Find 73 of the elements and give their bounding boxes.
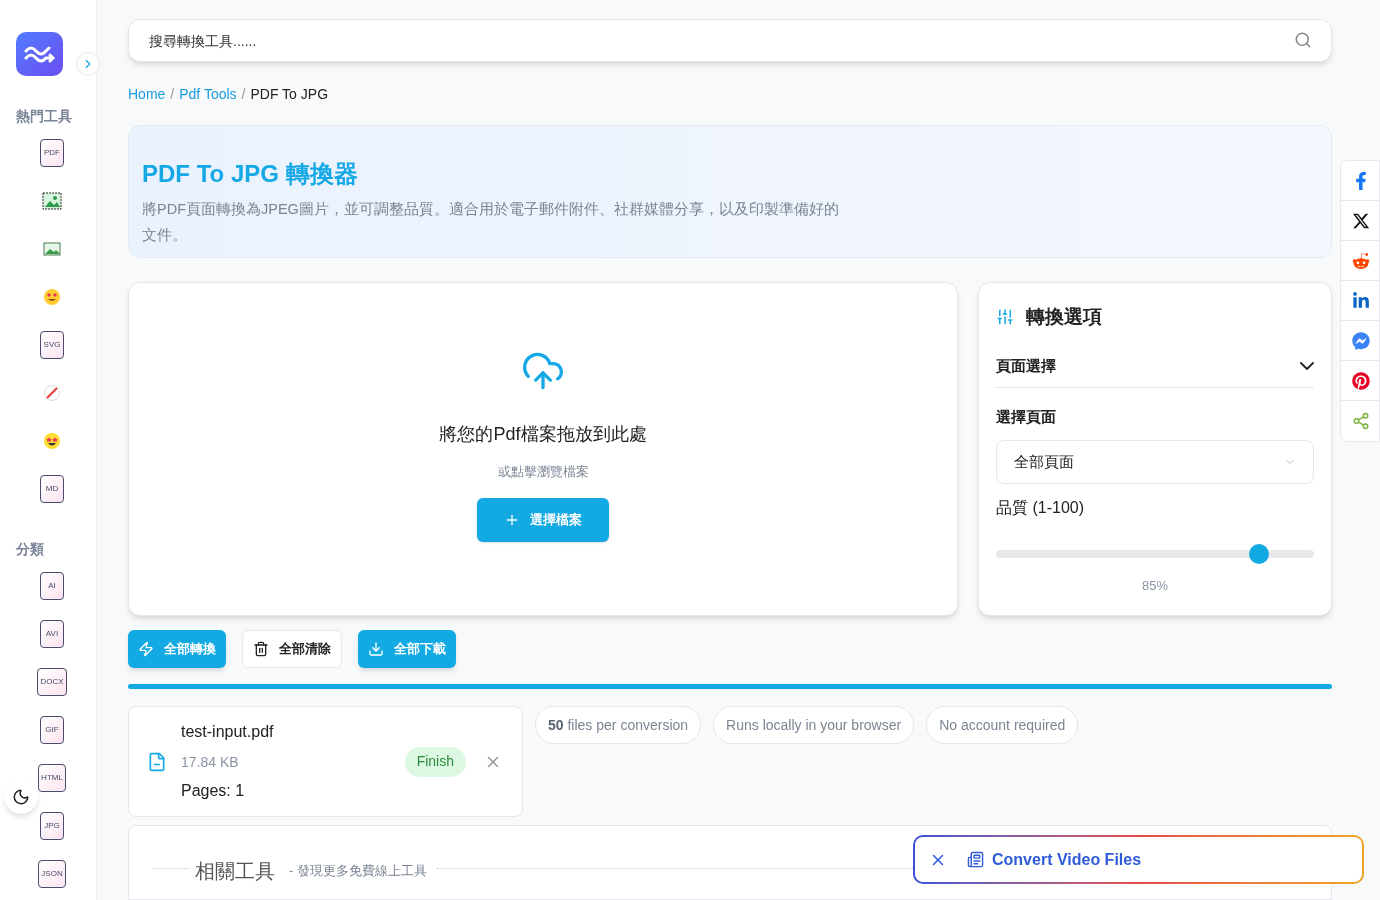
file-name: test-input.pdf — [181, 722, 274, 743]
floating-tool-banner[interactable]: Convert Video Files — [913, 835, 1364, 884]
emoji-icon[interactable] — [43, 432, 61, 450]
file-icon[interactable]: MD — [40, 475, 64, 503]
breadcrumb-separator: / — [170, 85, 175, 104]
upload-subtitle: 或點擊瀏覽檔案 — [497, 463, 589, 482]
feature-chip: Runs locally in your browser — [713, 706, 915, 745]
moon-icon — [12, 788, 30, 806]
upload-title: 將您的Pdf檔案拖放到此處 — [439, 423, 647, 447]
file-icon[interactable]: SVG — [40, 331, 64, 359]
upload-dropzone[interactable]: 將您的Pdf檔案拖放到此處 或點擊瀏覽檔案 選擇檔案 — [128, 282, 958, 617]
slider-thumb[interactable] — [1249, 544, 1270, 565]
emoji-icon[interactable] — [43, 288, 61, 306]
reddit-icon — [1352, 251, 1370, 270]
file-icon[interactable]: DOCX — [37, 668, 67, 696]
dark-mode-button[interactable] — [4, 780, 38, 814]
search-icon — [1294, 31, 1312, 49]
lightning-icon — [138, 641, 154, 658]
status-badge: Finish — [404, 746, 466, 777]
file-type-label: MD — [45, 485, 59, 493]
feature-chip: No account required — [926, 706, 1079, 745]
app-logo[interactable] — [16, 32, 63, 76]
section-title: 熱門工具 — [16, 107, 72, 126]
feature-chip: 50 files per conversion — [535, 706, 702, 745]
file-icon — [147, 751, 167, 772]
newspaper-icon — [967, 851, 984, 868]
page-title: PDF To JPG 轉換器 — [142, 159, 359, 189]
download-icon — [368, 641, 384, 658]
image-icon[interactable] — [43, 242, 61, 256]
breadcrumb-separator: / — [241, 85, 246, 104]
file-icon[interactable]: JPG — [40, 812, 64, 840]
linkedin-icon — [1352, 291, 1370, 310]
quality-slider[interactable] — [996, 544, 1314, 565]
file-type-label: PDF — [44, 149, 60, 157]
section-title: 分類 — [16, 540, 44, 559]
search-field[interactable]: 搜尋轉換工具...... — [128, 19, 1332, 62]
sliders-icon — [996, 308, 1014, 327]
breadcrumb-current: PDF To JPG — [250, 85, 329, 104]
quality-reading: 85% — [1142, 577, 1168, 596]
file-type-label: DOCX — [40, 678, 64, 686]
page-description: 將PDF頁面轉換為JPEG圖片，並可調整品質。適合用於電子郵件附件、社群媒體分享，以及印製準備好的文件。 — [142, 200, 840, 245]
file-type-label: AVI — [45, 630, 59, 638]
no-sign-icon[interactable] — [43, 384, 61, 402]
file-type-label: JSON — [41, 870, 63, 878]
wave-arrow-icon — [23, 44, 56, 64]
share-icon — [1352, 412, 1370, 430]
trash-icon — [253, 641, 269, 658]
file-type-label: JPG — [44, 822, 60, 830]
field-label: 品質 (1-100) — [996, 498, 1086, 519]
chevron-down-icon — [1300, 362, 1314, 371]
x-icon — [1352, 211, 1370, 230]
file-type-label: GIF — [45, 726, 59, 734]
file-icon[interactable]: PDF — [40, 139, 64, 167]
file-icon[interactable]: GIF — [40, 716, 64, 744]
file-icon[interactable]: JSON — [38, 860, 66, 888]
file-size: 17.84 KB — [181, 753, 240, 773]
file-pages: Pages: 1 — [181, 781, 246, 802]
clear-all-button[interactable]: 全部清除 — [242, 630, 342, 669]
section-subtitle: - 發現更多免費線上工具 — [289, 862, 427, 881]
section-toggle[interactable]: 頁面選擇 — [996, 345, 1314, 388]
file-type-label: SVG — [43, 341, 61, 349]
file-type-label: AI — [48, 582, 56, 590]
panel-title: 轉換選項 — [1026, 305, 1102, 330]
image-icon[interactable] — [42, 192, 62, 210]
messenger-icon — [1352, 331, 1370, 350]
pinterest-icon — [1352, 371, 1370, 390]
file-icon[interactable]: AI — [40, 572, 64, 600]
file-icon[interactable]: AVI — [40, 620, 64, 648]
field-label: 選擇頁面 — [996, 406, 1057, 427]
section-title: 相關工具 — [195, 859, 275, 885]
page-select[interactable]: 全部頁面 — [996, 440, 1314, 485]
file-icon[interactable]: HTML — [38, 764, 66, 792]
file-type-label: HTML — [41, 774, 63, 782]
